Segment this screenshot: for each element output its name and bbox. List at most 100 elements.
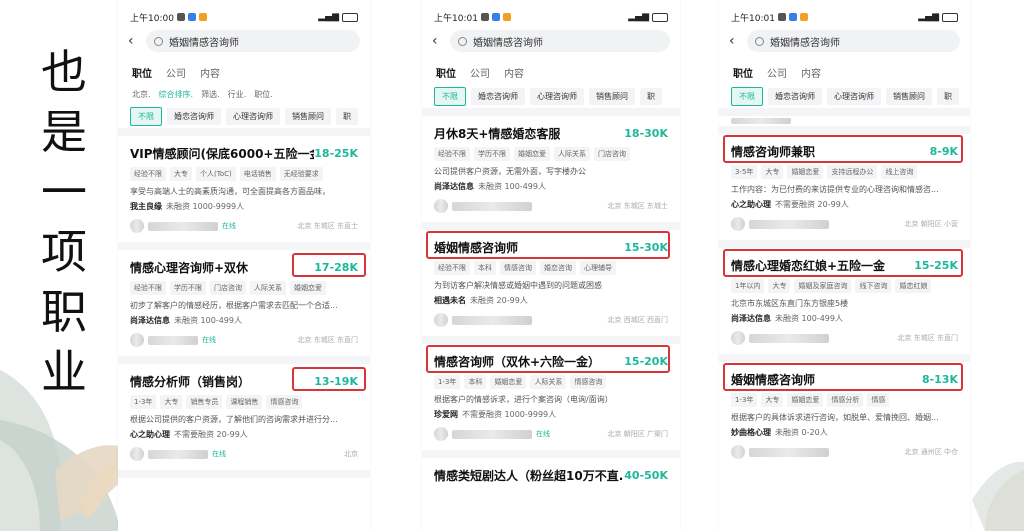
job-description: 根据公司提供的客户资源，了解他们的咨询需求并进行分... [130,415,338,424]
filter-position[interactable]: 职位. [254,89,273,100]
chip-marriage-counselor[interactable]: 婚恋咨询师 [471,87,525,105]
job-tag: 大专 [160,395,183,409]
chip-marriage-counselor[interactable]: 婚恋咨询师 [768,87,822,105]
company-stage: 不需要融资 20-99人 [174,430,248,439]
chip-any[interactable]: 不限 [434,86,466,106]
chip-psych-counselor[interactable]: 心理咨询师 [226,107,280,125]
chip-sales-advisor[interactable]: 销售顾问 [589,87,635,105]
job-tag: 经验不限 [130,167,166,181]
job-card[interactable]: 婚姻情感咨询师 15-30K 经验不限 本科 情感咨询 婚恋咨询 心理辅导 为到… [422,230,680,344]
filter-industry[interactable]: 行业. [228,89,247,100]
job-tag: 线上咨询 [881,165,918,179]
filter-screen[interactable]: 筛选. [201,89,220,100]
job-tag: 婚恋红娘 [895,279,932,293]
job-card[interactable]: 情感咨询师（双休+六险一金） 15-20K 1-3年 本科 婚姻恋爱 人际关系 … [422,344,680,458]
blurred-recruiter [749,219,829,229]
job-description: 工作内容：为已付费的来访提供专业的心理咨询和情感咨... [731,185,939,194]
phone-screen-2: 上午10:01 ▂▄▆ ‹ 婚姻情感咨询师 职位 公司 内容 不限 婚恋咨询师 … [422,0,680,531]
tab-jobs[interactable]: 职位 [132,65,152,80]
job-tag: 无经验要求 [279,167,323,181]
chip-psych-counselor[interactable]: 心理咨询师 [827,87,881,105]
job-title: 情感分析师（销售岗） [130,374,251,389]
job-description: 为到访客户解决情感或婚姻中遇到的问题或困惑 [434,281,602,290]
job-tag: 婚姻恋爱 [490,375,527,389]
status-bar: 上午10:01 ▂▄▆ [719,6,970,28]
chip-sales-advisor[interactable]: 销售顾问 [285,107,331,125]
chip-sales-advisor[interactable]: 销售顾问 [886,87,932,105]
tab-jobs[interactable]: 职位 [436,65,456,80]
job-tag: 1年以内 [731,279,765,293]
job-tag: 课程销售 [226,395,263,409]
search-input[interactable]: 婚姻情感咨询师 [747,30,960,52]
job-description: 北京市东城区东直门东方银座5楼 [731,299,849,308]
back-icon[interactable]: ‹ [432,33,442,49]
job-card[interactable]: 情感心理咨询师+双休 17-28K 经验不限 学历不限 门店咨询 人际关系 婚姻… [118,250,370,364]
job-tag: 婚姻恋爱 [514,147,550,161]
job-location: 北京 [344,450,358,458]
job-salary: 8-9K [929,144,958,158]
chip-more[interactable]: 职 [640,87,662,105]
company-stage: 未融资 1000-9999人 [166,202,245,211]
job-tag: 学历不限 [170,281,206,295]
tab-content[interactable]: 内容 [200,65,220,80]
chip-any[interactable]: 不限 [731,86,763,106]
company-name: 尚泽达信息 [731,314,771,323]
blurred-recruiter [148,335,198,345]
avatar [130,447,144,461]
job-description: 根据客户的情感诉求，进行个案咨询（电询/面询） [434,395,613,404]
search-input[interactable]: 婚姻情感咨询师 [146,30,360,52]
blurred-recruiter [452,429,532,439]
scrolled-card-remnant [719,116,970,126]
side-title-char: 也 [41,45,87,99]
tab-content[interactable]: 内容 [504,65,524,80]
job-tag: 本科 [464,375,487,389]
tab-jobs[interactable]: 职位 [733,65,753,80]
tab-company[interactable]: 公司 [767,65,787,80]
job-description: 公司提供客户资源，无需外面，写字楼办公 [434,167,586,176]
filter-city[interactable]: 北京. [132,89,151,100]
company-stage: 不需要融资 1000-9999人 [462,410,557,419]
job-tag: 3-5年 [731,165,758,179]
company-name: 妙曲格心理 [731,428,771,437]
job-salary: 15-25K [914,258,958,272]
job-tag: 婚姻恋爱 [290,281,326,295]
job-tag: 大专 [170,167,192,181]
job-card[interactable]: 情感类短剧达人（粉丝超10万不直... 40-50K [422,458,680,494]
job-card[interactable]: 月休8天+情感婚恋客服 18-30K 经验不限 学历不限 婚姻恋爱 人际关系 门… [422,116,680,230]
tab-company[interactable]: 公司 [470,65,490,80]
chip-psych-counselor[interactable]: 心理咨询师 [530,87,584,105]
company-name: 心之助心理 [731,200,771,209]
app-icon [491,13,500,21]
company-name: 我主良缘 [130,202,162,211]
chip-more[interactable]: 职 [336,107,358,125]
job-card[interactable]: 情感咨询师兼职 8-9K 3-5年 大专 婚姻恋爱 支持远程办公 线上咨询 工作… [719,134,970,248]
job-salary: 40-50K [624,468,668,482]
job-salary: 18-30K [624,126,668,140]
tab-content[interactable]: 内容 [801,65,821,80]
job-tag: 1-3年 [731,393,758,407]
chip-more[interactable]: 职 [937,87,959,105]
status-time: 上午10:01 [434,13,478,24]
company-stage: 未融资 20-99人 [470,296,528,305]
search-input[interactable]: 婚姻情感咨询师 [450,30,670,52]
back-icon[interactable]: ‹ [128,33,138,49]
tab-company[interactable]: 公司 [166,65,186,80]
job-card[interactable]: VIP情感顾问(保底6000+五险一金) 18-25K 经验不限 大专 个人(T… [118,136,370,250]
back-icon[interactable]: ‹ [729,33,739,49]
job-card[interactable]: 情感心理婚恋红娘+五险一金 15-25K 1年以内 大专 婚姻及家庭咨询 线下咨… [719,248,970,362]
job-description: 初步了解客户的情感经历，根据客户需求去匹配一个合适... [130,301,338,310]
signal-icon: ▂▄▆ [318,12,339,22]
status-time: 上午10:01 [731,13,775,24]
app-icon [799,13,808,21]
job-location: 北京 东城区 东直士 [297,222,358,230]
chip-marriage-counselor[interactable]: 婚恋咨询师 [167,107,221,125]
filter-sort[interactable]: 综合排序. [159,89,194,100]
job-tag: 经验不限 [434,147,470,161]
job-salary: 18-25K [314,146,358,160]
job-tag: 1-3年 [130,395,157,409]
job-card[interactable]: 婚姻情感咨询师 8-13K 1-3年 大专 婚姻恋爱 情感分析 情感 根据客户的… [719,362,970,468]
chip-any[interactable]: 不限 [130,106,162,126]
side-title-char: 项 [41,225,87,279]
search-icon [458,36,467,46]
job-card[interactable]: 情感分析师（销售岗） 13-19K 1-3年 大专 销售专员 课程销售 情感咨询… [118,364,370,478]
